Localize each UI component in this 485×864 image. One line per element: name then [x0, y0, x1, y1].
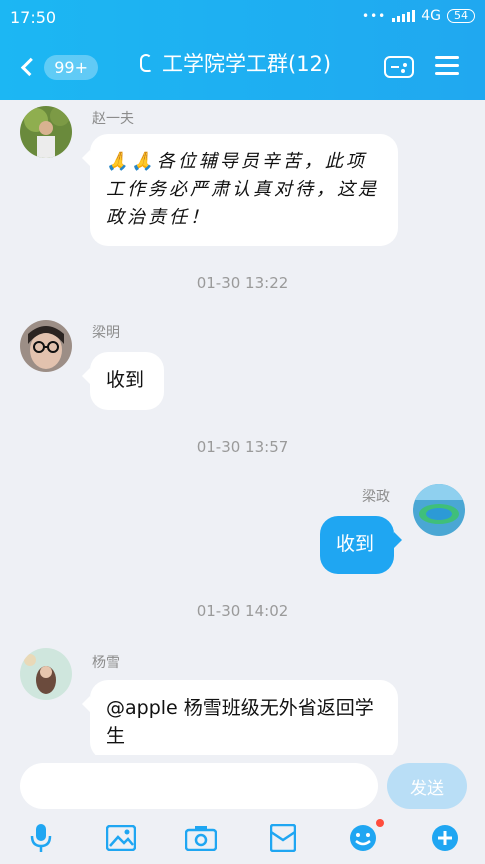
plus-icon[interactable]	[428, 821, 462, 855]
sender-name: 赵一夫	[92, 111, 134, 127]
emoji-icon[interactable]	[346, 819, 384, 855]
chevron-left-icon	[20, 57, 40, 77]
camera-icon[interactable]	[184, 821, 218, 855]
composer-bar: 发送	[0, 755, 485, 815]
back-button[interactable]: 99+	[18, 51, 98, 83]
message-input[interactable]	[20, 763, 378, 809]
menu-icon[interactable]	[435, 56, 459, 76]
chat-title-text: 工学院学工群(12)	[162, 52, 332, 76]
sender-name: 梁明	[92, 325, 120, 341]
message-bubble[interactable]: 收到	[82, 352, 164, 410]
microphone-icon[interactable]	[24, 821, 58, 855]
avatar[interactable]	[20, 320, 72, 372]
avatar[interactable]	[20, 648, 72, 700]
message-bubble[interactable]: 收到	[320, 516, 402, 574]
gamepad-icon[interactable]	[384, 56, 414, 78]
earpiece-icon	[140, 54, 152, 72]
status-dots: •••	[362, 9, 387, 23]
red-packet-icon[interactable]	[266, 821, 300, 855]
send-button[interactable]: 发送	[387, 763, 467, 809]
timestamp: 01-30 13:22	[196, 274, 289, 292]
toolbar	[0, 815, 485, 864]
message-bubble[interactable]: @apple 杨雪班级无外省返回学生	[82, 680, 398, 760]
chat-title[interactable]: 工学院学工群(12)	[140, 48, 331, 78]
nav-bar: 99+ 工学院学工群(12)	[0, 44, 485, 88]
image-icon[interactable]	[104, 821, 138, 855]
battery-icon: 54	[447, 9, 475, 23]
unread-badge: 99+	[44, 54, 98, 80]
timestamp: 01-30 13:57	[196, 438, 289, 456]
message-bubble[interactable]: 🙏🙏各位辅导员辛苦，此项工作务必严肃认真对待，这是政治责任！	[82, 134, 398, 246]
avatar[interactable]	[413, 484, 465, 536]
status-bar: 17:50 ••• 4G 54	[10, 6, 475, 28]
signal-icon	[392, 10, 416, 22]
timestamp: 01-30 14:02	[196, 602, 289, 620]
avatar[interactable]	[20, 106, 72, 158]
status-icons: ••• 4G 54	[362, 8, 475, 24]
sender-name: 梁政	[362, 489, 390, 505]
notification-dot	[376, 819, 384, 827]
sender-name: 杨雪	[92, 655, 120, 671]
network-label: 4G	[421, 8, 441, 24]
top-bar: 17:50 ••• 4G 54 99+ 工学院学工群(12)	[0, 0, 485, 100]
status-time: 17:50	[10, 8, 57, 27]
